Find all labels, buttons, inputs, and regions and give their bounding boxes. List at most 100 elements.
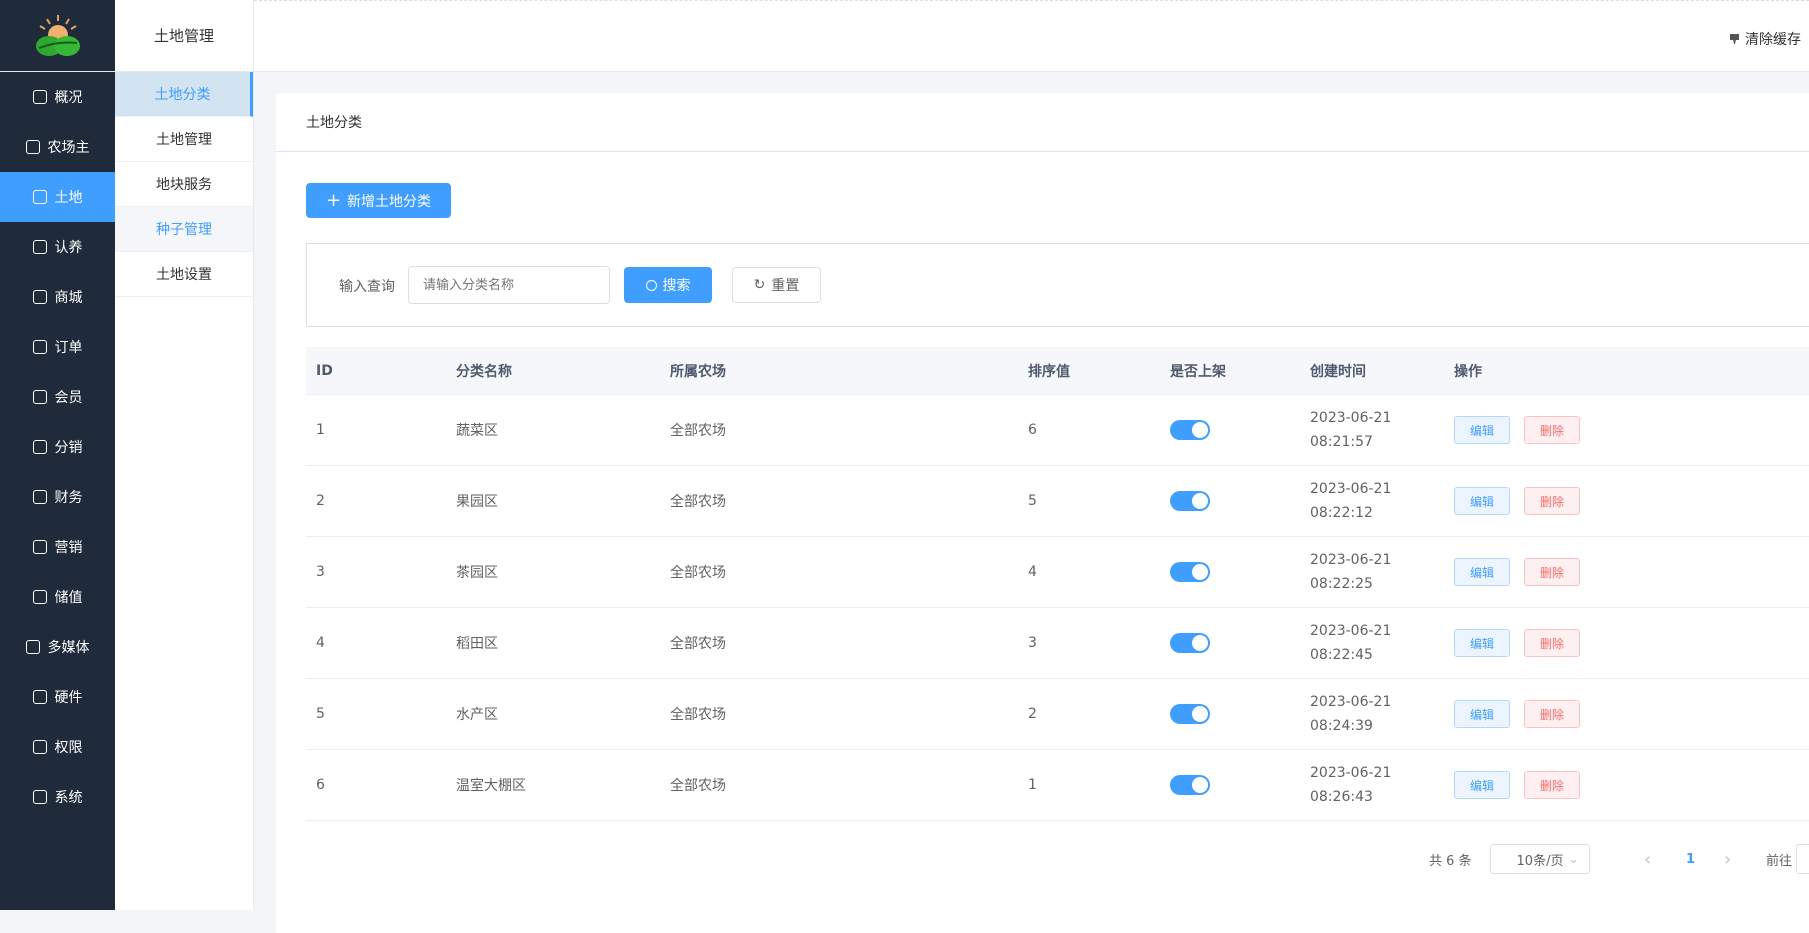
logo — [0, 0, 115, 72]
edit-button[interactable]: 编辑 — [1454, 771, 1510, 799]
name-cell: 蔬菜区 — [456, 423, 498, 439]
sidebar-item-9[interactable]: 营销 — [0, 522, 115, 572]
table-row: 4 稻田区 全部农场 3 2023-06-21 08:22:45 编辑 删除 — [306, 608, 1809, 679]
farm-cell: 全部农场 — [670, 423, 726, 439]
delete-button[interactable]: 删除 — [1524, 629, 1580, 657]
created-clock: 08:22:25 — [1310, 576, 1373, 592]
submenu-item-0[interactable]: 土地分类 — [115, 72, 253, 117]
page-size-select[interactable]: 10条/页 ⌄ — [1490, 844, 1590, 874]
sidebar-item-2[interactable]: 土地 — [0, 172, 115, 222]
sidebar-item-10[interactable]: 储值 — [0, 572, 115, 622]
reset-button-label: 重置 — [771, 278, 800, 294]
apple-icon — [32, 240, 47, 254]
submenu: 土地管理 土地分类 土地管理 地块服务 种子管理 土地设置 — [115, 0, 254, 910]
total-count: 共 6 条 — [1429, 853, 1472, 869]
sidebar-item-label: 硬件 — [54, 690, 83, 706]
delete-button[interactable]: 删除 — [1524, 487, 1580, 515]
sort-cell: 4 — [1028, 564, 1037, 580]
table-row: 1 蔬菜区 全部农场 6 2023-06-21 08:21:57 编辑 删除 — [306, 395, 1809, 466]
edit-button[interactable]: 编辑 — [1454, 558, 1510, 586]
id-cell: 4 — [316, 635, 325, 651]
name-cell: 水产区 — [456, 707, 498, 723]
search-icon — [645, 279, 657, 291]
goto-page-input[interactable] — [1796, 844, 1809, 874]
sort-cell: 1 — [1028, 777, 1037, 793]
edit-button[interactable]: 编辑 — [1454, 629, 1510, 657]
on-shelf-toggle[interactable] — [1170, 562, 1210, 582]
plus-icon: + — [325, 190, 342, 211]
sidebar-item-label: 农场主 — [47, 140, 90, 156]
sidebar-item-11[interactable]: 多媒体 — [0, 622, 115, 672]
created-clock: 08:26:43 — [1310, 789, 1373, 805]
created-date: 2023-06-21 — [1310, 552, 1392, 568]
sidebar-item-8[interactable]: 财务 — [0, 472, 115, 522]
category-table: ID 分类名称 所属农场 排序值 是否上架 创建时间 操作 1 蔬菜区 全部农场 6 2023-06-… — [306, 347, 1809, 821]
created-clock: 08:24:39 — [1310, 718, 1373, 734]
brush-icon — [1730, 34, 1739, 44]
id-cell: 2 — [316, 493, 325, 509]
column-header: ID — [316, 362, 333, 379]
page-1-button[interactable]: 1 — [1686, 844, 1695, 874]
user-icon — [32, 390, 47, 404]
sidebar-item-6[interactable]: 会员 — [0, 372, 115, 422]
farm-cell: 全部农场 — [670, 707, 726, 723]
search-button-label: 搜索 — [662, 278, 691, 294]
column-header: 创建时间 — [1310, 363, 1366, 380]
on-shelf-toggle[interactable] — [1170, 491, 1210, 511]
name-cell: 温室大棚区 — [456, 778, 526, 794]
table-row: 5 水产区 全部农场 2 2023-06-21 08:24:39 编辑 删除 — [306, 679, 1809, 750]
name-cell: 茶园区 — [456, 565, 498, 581]
add-category-button[interactable]: + 新增土地分类 — [306, 183, 451, 218]
clear-cache-label: 清除缓存 — [1745, 32, 1801, 48]
column-header: 排序值 — [1028, 363, 1070, 380]
top-header: 清除缓存 — [254, 0, 1809, 72]
reset-button[interactable]: ↻ 重置 — [732, 267, 821, 303]
clear-cache-button[interactable]: 清除缓存 — [1730, 29, 1801, 49]
created-time: 2023-06-21 08:26:43 — [1310, 761, 1391, 809]
sidebar-item-13[interactable]: 权限 — [0, 722, 115, 772]
prev-page-button[interactable]: ‹ — [1644, 844, 1651, 874]
calendar-icon — [32, 540, 47, 554]
sidebar-item-12[interactable]: 硬件 — [0, 672, 115, 722]
delete-button[interactable]: 删除 — [1524, 558, 1580, 586]
delete-button[interactable]: 删除 — [1524, 700, 1580, 728]
edit-button[interactable]: 编辑 — [1454, 700, 1510, 728]
page-size-value: 10条/页 — [1516, 853, 1564, 869]
submenu-item-2[interactable]: 地块服务 — [115, 162, 253, 207]
on-shelf-toggle[interactable] — [1170, 633, 1210, 653]
on-shelf-toggle[interactable] — [1170, 704, 1210, 724]
id-cell: 1 — [316, 422, 325, 438]
submenu-item-4[interactable]: 土地设置 — [115, 252, 253, 297]
delete-button[interactable]: 删除 — [1524, 771, 1580, 799]
sidebar-item-0[interactable]: 概况 — [0, 72, 115, 122]
sidebar-item-5[interactable]: 订单 — [0, 322, 115, 372]
search-button[interactable]: 搜索 — [624, 267, 712, 303]
category-name-input[interactable] — [408, 266, 610, 304]
delete-button[interactable]: 删除 — [1524, 416, 1580, 444]
sort-cell: 2 — [1028, 706, 1037, 722]
sidebar-item-1[interactable]: 农场主 — [0, 122, 115, 172]
sidebar-item-14[interactable]: 系统 — [0, 772, 115, 822]
next-page-button[interactable]: › — [1724, 844, 1731, 874]
sort-cell: 6 — [1028, 422, 1037, 438]
chevron-down-icon: ⌄ — [1568, 851, 1579, 867]
on-shelf-toggle[interactable] — [1170, 420, 1210, 440]
column-header: 是否上架 — [1170, 363, 1226, 380]
goto-label: 前往 — [1766, 853, 1793, 869]
sidebar-item-label: 商城 — [54, 290, 83, 306]
table-header: ID 分类名称 所属农场 排序值 是否上架 创建时间 操作 — [306, 347, 1809, 395]
edit-button[interactable]: 编辑 — [1454, 416, 1510, 444]
wallet-icon — [32, 590, 47, 604]
farm-logo-icon — [35, 14, 80, 56]
submenu-item-3[interactable]: 种子管理 — [115, 207, 253, 252]
created-clock: 08:22:12 — [1310, 505, 1373, 521]
sidebar-item-7[interactable]: 分销 — [0, 422, 115, 472]
sidebar-item-4[interactable]: 商城 — [0, 272, 115, 322]
sidebar-item-label: 权限 — [54, 740, 83, 756]
created-time: 2023-06-21 08:22:12 — [1310, 477, 1391, 525]
on-shelf-toggle[interactable] — [1170, 775, 1210, 795]
sidebar-item-3[interactable]: 认养 — [0, 222, 115, 272]
edit-button[interactable]: 编辑 — [1454, 487, 1510, 515]
submenu-item-1[interactable]: 土地管理 — [115, 117, 253, 162]
farm-cell: 全部农场 — [670, 778, 726, 794]
